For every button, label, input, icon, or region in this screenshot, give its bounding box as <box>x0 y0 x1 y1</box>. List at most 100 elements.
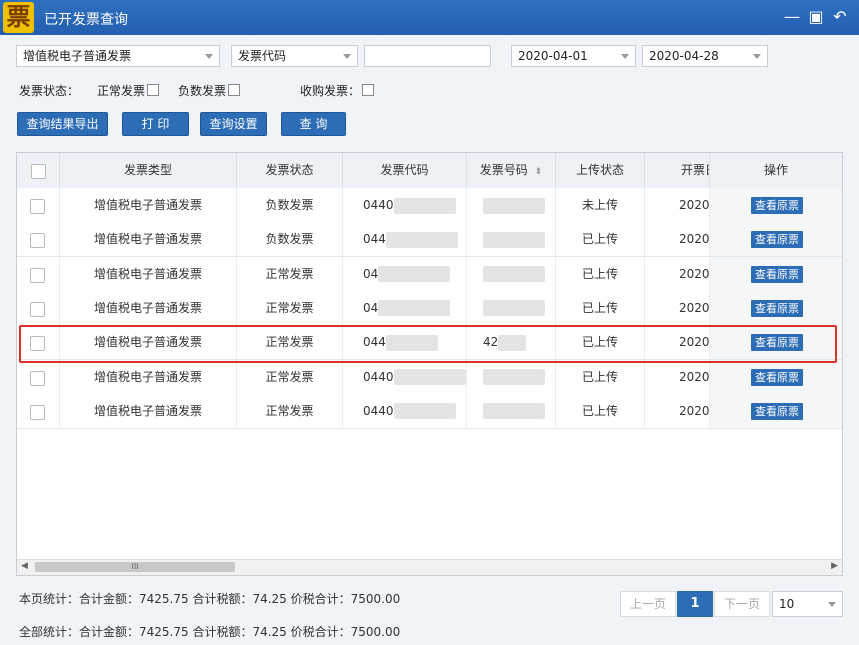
row-invoice-type: 增值税电子普通发票 <box>60 256 237 291</box>
col-invoice-date[interactable]: 开票日 <box>645 153 710 188</box>
back-icon[interactable]: ↶ <box>830 7 850 27</box>
row-checkbox[interactable] <box>30 267 45 283</box>
row-checkbox[interactable] <box>30 233 45 249</box>
row-invoice-type: 增值税电子普通发票 <box>60 393 237 428</box>
row-invoice-code-cell: 0440 <box>343 188 467 222</box>
table-row[interactable]: 增值税电子普通发票负数发票 044 已上传2020- 查看原票 <box>17 222 842 258</box>
redacted-block <box>483 403 545 420</box>
view-original-button[interactable]: 查看原票 <box>751 368 803 386</box>
page-size-value: 10 <box>779 597 795 611</box>
scroll-right-icon[interactable]: ▶ <box>831 561 838 571</box>
row-invoice-date: 2020- <box>645 256 710 291</box>
row-actions: 查看原票 <box>710 393 842 428</box>
row-invoice-type: 增值税电子普通发票 <box>60 290 237 325</box>
row-actions: 查看原票 <box>710 359 842 394</box>
col-actions: 操作 <box>763 163 788 177</box>
select-all-checkbox[interactable] <box>31 164 46 179</box>
invoice-table: 发票类型 发票状态 发票代码 发票号码 ⬍ 上传状态 开票日 操作 增值税电子普… <box>16 152 843 576</box>
view-original-button[interactable]: 查看原票 <box>751 265 803 283</box>
negative-invoice-checkbox[interactable] <box>228 84 240 96</box>
redacted-block <box>483 197 545 214</box>
next-page-button[interactable]: 下一页 <box>714 591 770 617</box>
normal-invoice-checkbox[interactable] <box>147 84 159 96</box>
redacted-block <box>385 231 458 248</box>
row-actions: 查看原票 <box>710 290 842 325</box>
row-actions: 查看原票 <box>710 256 842 291</box>
code-type-select[interactable]: 发票代码 <box>231 45 358 67</box>
purchase-invoice-checkbox[interactable] <box>362 84 374 96</box>
query-button[interactable]: 查 询 <box>281 112 346 136</box>
table-row[interactable]: 增值税电子普通发票正常发票 0440 已上传2020- 查看原票 <box>17 359 842 395</box>
row-select-cell <box>17 290 60 325</box>
scroll-left-icon[interactable]: ◀ <box>21 561 28 571</box>
row-invoice-date: 2020- <box>645 393 710 428</box>
row-invoice-date: 2020- <box>645 188 710 222</box>
chevron-down-icon <box>753 54 761 59</box>
row-invoice-code: 044 <box>363 232 386 247</box>
view-original-button[interactable]: 查看原票 <box>751 197 803 214</box>
highlight-box <box>19 325 837 363</box>
prev-page-button[interactable]: 上一页 <box>620 591 676 617</box>
date-from-select[interactable]: 2020-04-01 <box>511 45 636 67</box>
restore-icon[interactable]: ▣ <box>806 7 826 27</box>
redacted-block <box>393 197 456 214</box>
col-invoice-code[interactable]: 发票代码 <box>343 153 467 188</box>
col-invoice-status[interactable]: 发票状态 <box>237 153 343 188</box>
row-invoice-date: 2020- <box>645 359 710 394</box>
row-invoice-code-cell: 0440 <box>343 393 467 428</box>
row-invoice-date: 2020- <box>645 290 710 325</box>
invoice-type-value: 增值税电子普通发票 <box>23 49 132 63</box>
table-row[interactable]: 增值税电子普通发票正常发票 04 已上传2020- 查看原票 <box>17 256 842 292</box>
scrollbar-thumb[interactable]: III <box>35 562 235 572</box>
print-button[interactable]: 打 印 <box>122 112 189 136</box>
horizontal-scrollbar[interactable]: ◀ III ▶ <box>17 559 842 575</box>
table-row[interactable]: 增值税电子普通发票正常发票 0440 已上传2020- 查看原票 <box>17 393 842 429</box>
row-invoice-status: 正常发票 <box>237 359 343 394</box>
row-select-cell <box>17 222 60 257</box>
date-to-select[interactable]: 2020-04-28 <box>642 45 768 67</box>
date-from-value: 2020-04-01 <box>518 49 588 63</box>
row-checkbox[interactable] <box>30 404 45 420</box>
status-label: 发票状态： <box>19 84 80 98</box>
row-invoice-status: 正常发票 <box>237 393 343 428</box>
row-checkbox[interactable] <box>30 199 45 214</box>
row-checkbox[interactable] <box>30 370 45 386</box>
window-title: 已开发票查询 <box>44 12 128 28</box>
page-summary: 本页统计：合计金额：7425.75 合计税额：74.25 价税合计：7500.0… <box>19 592 401 606</box>
table-header: 发票类型 发票状态 发票代码 发票号码 ⬍ 上传状态 开票日 操作 <box>17 153 842 189</box>
col-invoice-number[interactable]: 发票号码 ⬍ <box>467 153 556 188</box>
title-bar: 票 已开发票查询 — ▣ ↶ <box>0 0 859 35</box>
row-invoice-code: 0440 <box>363 403 394 418</box>
col-upload-status[interactable]: 上传状态 <box>556 153 645 188</box>
select-all-cell <box>17 153 60 188</box>
redacted-block <box>483 231 545 248</box>
row-upload-status: 已上传 <box>556 290 645 325</box>
table-row[interactable]: 增值税电子普通发票负数发票 0440 未上传2020- 查看原票 <box>17 188 842 223</box>
code-input[interactable] <box>364 45 491 67</box>
row-invoice-type: 增值税电子普通发票 <box>60 188 237 222</box>
row-select-cell <box>17 393 60 428</box>
table-row[interactable]: 增值税电子普通发票正常发票 04 已上传2020- 查看原票 <box>17 290 842 326</box>
view-original-button[interactable]: 查看原票 <box>751 299 803 317</box>
invoice-type-select[interactable]: 增值税电子普通发票 <box>16 45 220 67</box>
row-invoice-number-cell <box>467 222 556 257</box>
chevron-down-icon <box>343 54 351 59</box>
row-invoice-status: 正常发票 <box>237 290 343 325</box>
row-invoice-code-cell: 04 <box>343 290 467 325</box>
sort-icon[interactable]: ⬍ <box>535 167 543 177</box>
scrollbar-grip: III <box>131 562 139 571</box>
page-size-select[interactable]: 10 <box>772 591 843 617</box>
row-invoice-number-cell <box>467 359 556 394</box>
row-invoice-status: 正常发票 <box>237 256 343 291</box>
minimize-icon[interactable]: — <box>782 7 802 27</box>
redacted-block <box>378 266 451 283</box>
view-original-button[interactable]: 查看原票 <box>751 231 803 249</box>
row-checkbox[interactable] <box>30 301 45 317</box>
view-original-button[interactable]: 查看原票 <box>751 402 803 420</box>
col-invoice-type[interactable]: 发票类型 <box>60 153 237 188</box>
export-button[interactable]: 查询结果导出 <box>17 112 108 136</box>
query-settings-button[interactable]: 查询设置 <box>200 112 267 136</box>
row-invoice-code-cell: 04 <box>343 256 467 291</box>
col-invoice-number-label: 发票号码 <box>479 163 528 177</box>
current-page-button[interactable]: 1 <box>677 591 713 617</box>
